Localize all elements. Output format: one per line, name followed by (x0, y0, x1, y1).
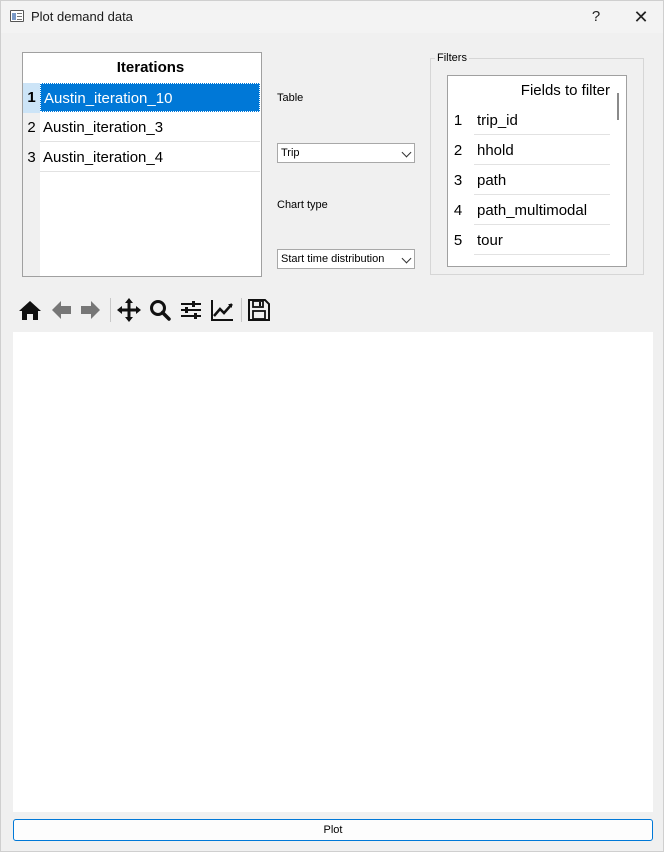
row-number[interactable]: 4 (448, 196, 468, 226)
back-arrow-icon[interactable] (46, 294, 76, 326)
table-combobox-value: Trip (281, 147, 300, 159)
plot-canvas[interactable] (13, 332, 653, 812)
iterations-header[interactable]: Iterations (40, 53, 261, 83)
home-icon[interactable] (15, 294, 45, 326)
toolbar-separator (110, 298, 111, 322)
table-row[interactable]: 3 Austin_iteration_4 (23, 143, 261, 173)
app-window-icon (10, 10, 24, 22)
chart-type-combobox[interactable]: Start time distribution (277, 249, 415, 269)
table-corner (23, 53, 40, 83)
chart-type-label: Chart type (277, 199, 328, 211)
field-cell[interactable]: path (474, 166, 610, 195)
field-cell[interactable]: hhold (474, 136, 610, 165)
pan-move-icon[interactable] (114, 294, 144, 326)
iteration-cell[interactable]: Austin_iteration_4 (40, 143, 260, 172)
configure-subplots-icon[interactable] (176, 294, 206, 326)
table-row-partial[interactable] (448, 256, 610, 266)
table-row[interactable]: 1 Austin_iteration_10 (23, 83, 261, 113)
toolbar-separator (241, 298, 242, 322)
plot-button[interactable]: Plot (13, 819, 653, 841)
filters-title: Filters (435, 52, 469, 64)
table-row[interactable]: 5 tour (448, 226, 610, 256)
field-cell[interactable]: path_multimodal (474, 196, 610, 225)
table-row[interactable]: 1 trip_id (448, 106, 610, 136)
table-row[interactable]: 2 Austin_iteration_3 (23, 113, 261, 143)
iteration-cell[interactable]: Austin_iteration_3 (40, 113, 260, 142)
close-button[interactable]: ✕ (628, 5, 654, 29)
forward-arrow-icon[interactable] (76, 294, 106, 326)
chevron-down-icon (401, 147, 412, 158)
chevron-down-icon (401, 253, 412, 264)
zoom-magnifier-icon[interactable] (145, 294, 175, 326)
table-row[interactable]: 4 path_multimodal (448, 196, 610, 226)
title-bar: Plot demand data ? ✕ (1, 1, 663, 33)
table-label: Table (277, 92, 304, 104)
row-number[interactable]: 2 (448, 136, 468, 166)
iterations-table[interactable]: Iterations 1 Austin_iteration_10 2 Austi… (22, 52, 262, 277)
row-number[interactable]: 2 (23, 113, 40, 143)
vertical-scrollbar[interactable] (610, 76, 626, 266)
save-disk-icon[interactable] (244, 294, 274, 326)
scrollbar-thumb[interactable] (617, 93, 619, 120)
edit-axes-icon[interactable] (207, 294, 237, 326)
fields-header[interactable]: Fields to filter (474, 76, 610, 106)
row-number[interactable]: 1 (448, 106, 468, 136)
table-row[interactable]: 3 path (448, 166, 610, 196)
window-title: Plot demand data (31, 9, 133, 24)
table-row[interactable]: 2 hhold (448, 136, 610, 166)
row-number[interactable]: 3 (448, 166, 468, 196)
field-cell[interactable]: tour (474, 226, 610, 255)
chart-type-combobox-value: Start time distribution (281, 253, 385, 265)
row-number[interactable]: 3 (23, 143, 40, 173)
table-combobox[interactable]: Trip (277, 143, 415, 163)
field-cell[interactable]: trip_id (474, 106, 610, 135)
fields-to-filter-table[interactable]: Fields to filter 1 trip_id 2 hhold 3 pat… (447, 75, 627, 267)
plot-demand-dialog: Plot demand data ? ✕ Iterations 1 Austin… (0, 0, 664, 852)
row-number[interactable]: 1 (23, 83, 40, 113)
iteration-cell[interactable]: Austin_iteration_10 (40, 83, 260, 112)
row-number[interactable]: 5 (448, 226, 468, 256)
help-button[interactable]: ? (586, 6, 606, 28)
